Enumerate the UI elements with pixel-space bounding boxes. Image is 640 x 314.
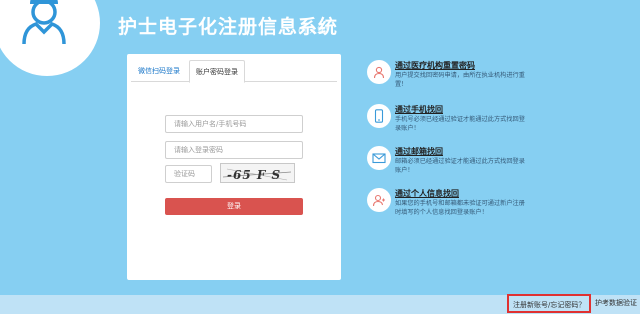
- tab-password-login[interactable]: 账户密码登录: [189, 60, 245, 83]
- recovery-personal-info-desc: 如果您的手机号和邮箱都未验证可通过新户注册时填写的个人信息找回登录账户！: [395, 200, 525, 216]
- recovery-institution-link[interactable]: 通过医疗机构重置密码: [395, 60, 475, 71]
- recovery-personal-info-link[interactable]: 通过个人信息找回: [395, 188, 459, 199]
- login-tabs: 微信扫码登录 账户密码登录: [131, 60, 337, 83]
- captcha-image[interactable]: -65 F S: [220, 163, 295, 183]
- recovery-phone-link[interactable]: 通过手机找回: [395, 104, 443, 115]
- tab-wechat-qr-login[interactable]: 微信扫码登录: [131, 60, 187, 82]
- login-button[interactable]: 登录: [165, 198, 303, 215]
- page-subtitle: (个人端): [298, 26, 329, 35]
- recovery-email-link[interactable]: 通过邮箱找回: [395, 146, 443, 157]
- envelope-icon: [367, 146, 391, 170]
- register-forgot-password-link[interactable]: 注册新账号/忘记密码？: [507, 294, 592, 313]
- recovery-email-desc: 邮箱必须已经通过验证才能通过此方式找回登录账户！: [395, 158, 525, 174]
- recovery-phone-desc: 手机号必须已经通过验证才能通过此方式找回登录账户！: [395, 116, 525, 132]
- username-input[interactable]: [165, 115, 303, 133]
- mobile-phone-icon: [367, 104, 391, 128]
- nurse-logo-icon: [22, 0, 66, 44]
- captcha-graphic: -65 F S: [222, 168, 292, 182]
- recovery-institution-desc: 用户提交找回密码申请，由所在执业机构进行重置！: [395, 72, 525, 88]
- exam-data-verify-link[interactable]: 护考数据验证: [595, 296, 637, 310]
- password-input[interactable]: [165, 141, 303, 159]
- captcha-input[interactable]: [165, 165, 212, 183]
- user-id-icon: [367, 188, 391, 212]
- user-circle-icon: [367, 60, 391, 84]
- captcha-text: -65 F S: [227, 168, 281, 182]
